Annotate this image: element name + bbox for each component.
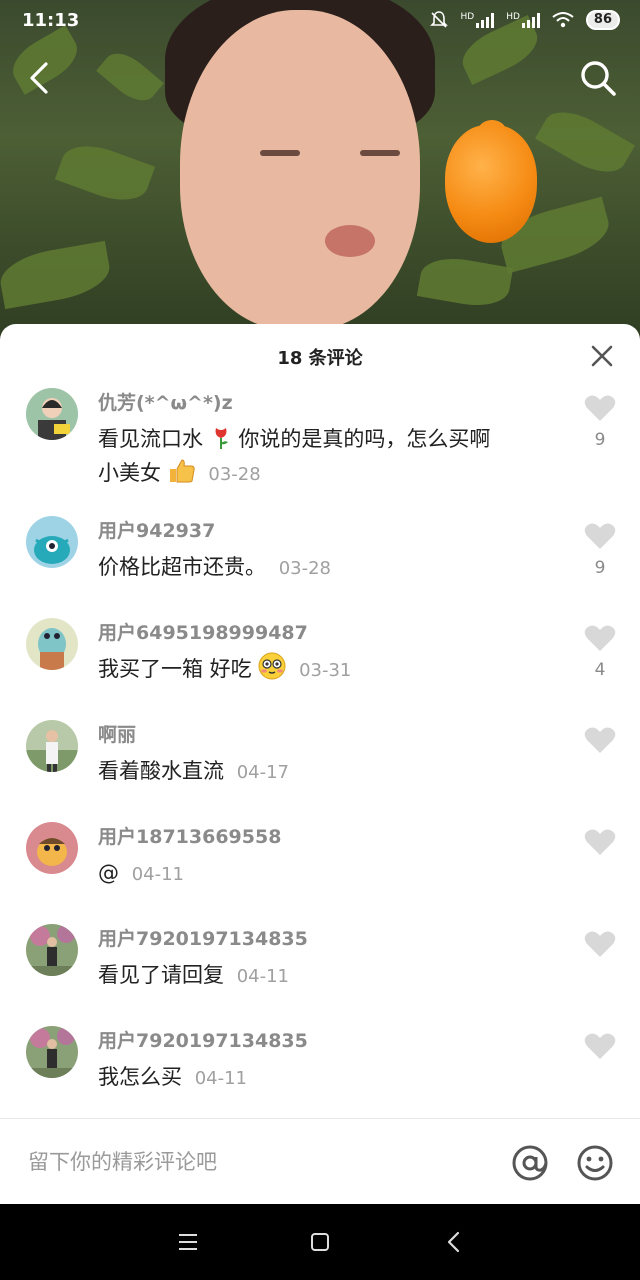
- person-face: [180, 10, 420, 330]
- status-time: 11:13: [22, 10, 80, 31]
- heart-icon[interactable]: [584, 828, 616, 856]
- comment-date: 04-11: [131, 864, 184, 885]
- status-bar: 11:13 HD HD 86: [0, 0, 640, 44]
- comment-date: 04-11: [194, 1068, 247, 1089]
- heart-icon[interactable]: [584, 522, 616, 550]
- rose-emoji-icon: [215, 428, 228, 449]
- comment-text: @ 04-11: [98, 861, 184, 885]
- comment-date: 03-28: [208, 464, 261, 485]
- heart-icon[interactable]: [584, 726, 616, 754]
- comment-text: 看见流口水 你说的是真的吗，怎么买啊 小美女 03-28: [98, 427, 491, 485]
- sheet-header: 18 条评论: [0, 324, 640, 386]
- search-icon[interactable]: [578, 58, 618, 98]
- system-navigation-bar: [0, 1204, 640, 1280]
- comment-text: 看着酸水直流 04-17: [98, 759, 289, 783]
- heart-icon[interactable]: [584, 394, 616, 422]
- comment-sheet: 18 条评论 仇芳(*^ω^*)z 看见流口水 你说的是真的吗，怎么买啊 小美女…: [0, 324, 640, 1204]
- avatar[interactable]: [26, 516, 78, 568]
- avatar[interactable]: [26, 924, 78, 976]
- like-count: 9: [594, 558, 606, 578]
- like-button[interactable]: 9: [584, 394, 616, 450]
- comment-item[interactable]: 用户6495198999487 我买了一箱 好吃 03-31 4: [0, 616, 640, 718]
- comment-input-bar: [0, 1118, 640, 1205]
- like-button[interactable]: [584, 726, 616, 762]
- chevron-left-icon[interactable]: [20, 58, 60, 98]
- comment-input[interactable]: [26, 1141, 470, 1183]
- comment-item[interactable]: 仇芳(*^ω^*)z 看见流口水 你说的是真的吗，怎么买啊 小美女 03-28: [0, 386, 640, 514]
- close-icon[interactable]: [590, 344, 614, 368]
- comment-text: 我买了一箱 好吃 03-31: [98, 652, 558, 688]
- signal-icon-2: HD: [506, 12, 540, 28]
- screen: 11:13 HD HD 86 18 条评论 仇芳(*^ω^*)z 看见流口水 你…: [0, 0, 640, 1280]
- wifi-icon: [552, 12, 574, 28]
- bell-muted-icon: [429, 11, 448, 28]
- comment-date: 04-17: [236, 762, 289, 783]
- status-icons: HD HD 86: [429, 10, 620, 30]
- heart-icon[interactable]: [584, 1032, 616, 1060]
- comment-date: 03-31: [299, 660, 352, 681]
- like-count: 9: [594, 430, 606, 450]
- comment-username[interactable]: 用户942937: [98, 516, 215, 543]
- comment-item[interactable]: 用户7920197134835 我怎么买 04-11: [0, 1024, 640, 1126]
- comment-username[interactable]: 用户7920197134835: [98, 1026, 308, 1053]
- like-button[interactable]: [584, 1032, 616, 1068]
- avatar[interactable]: [26, 822, 78, 874]
- comment-list: 仇芳(*^ω^*)z 看见流口水 你说的是真的吗，怎么买啊 小美女 03-28: [0, 386, 640, 1126]
- avatar[interactable]: [26, 720, 78, 772]
- comment-username[interactable]: 啊丽: [98, 720, 136, 747]
- signal-icon-1: HD: [461, 12, 495, 28]
- comment-date: 03-28: [278, 558, 331, 579]
- comment-text: 看见了请回复 04-11: [98, 963, 289, 987]
- like-button[interactable]: 9: [584, 522, 616, 578]
- comment-item[interactable]: 用户7920197134835 看见了请回复 04-11: [0, 922, 640, 1024]
- person-mouth: [325, 225, 375, 257]
- avatar[interactable]: [26, 618, 78, 670]
- comment-count-title: 18 条评论: [277, 348, 363, 369]
- comment-text: 我怎么买 04-11: [98, 1065, 247, 1089]
- like-button[interactable]: 4: [584, 624, 616, 680]
- comment-username[interactable]: 仇芳(*^ω^*)z: [98, 388, 233, 415]
- comment-item[interactable]: 用户942937 价格比超市还贵。 03-28 9: [0, 514, 640, 616]
- video-background[interactable]: [0, 0, 640, 340]
- like-button[interactable]: [584, 828, 616, 864]
- battery-indicator: 86: [585, 10, 620, 30]
- comment-item[interactable]: 啊丽 看着酸水直流 04-17: [0, 718, 640, 820]
- comment-username[interactable]: 用户7920197134835: [98, 924, 308, 951]
- triangle-back-icon[interactable]: [442, 1230, 466, 1254]
- like-count: 4: [594, 660, 606, 680]
- avatar[interactable]: [26, 388, 78, 440]
- menu-icon[interactable]: [176, 1230, 200, 1254]
- blushing-emoji-icon: [258, 652, 286, 680]
- comment-username[interactable]: 用户18713669558: [98, 822, 281, 849]
- heart-icon[interactable]: [584, 930, 616, 958]
- orange-fruit: [445, 125, 537, 243]
- comment-text: 价格比超市还贵。 03-28: [98, 555, 331, 579]
- heart-icon[interactable]: [584, 624, 616, 652]
- at-icon[interactable]: [510, 1143, 550, 1183]
- thumbs-up-emoji-icon: [169, 459, 195, 483]
- like-button[interactable]: [584, 930, 616, 966]
- comment-item[interactable]: 用户18713669558 @ 04-11: [0, 820, 640, 922]
- comment-username[interactable]: 用户6495198999487: [98, 618, 308, 645]
- avatar[interactable]: [26, 1026, 78, 1078]
- comment-date: 04-11: [236, 966, 289, 987]
- square-icon[interactable]: [308, 1230, 332, 1254]
- smiley-icon[interactable]: [575, 1143, 615, 1183]
